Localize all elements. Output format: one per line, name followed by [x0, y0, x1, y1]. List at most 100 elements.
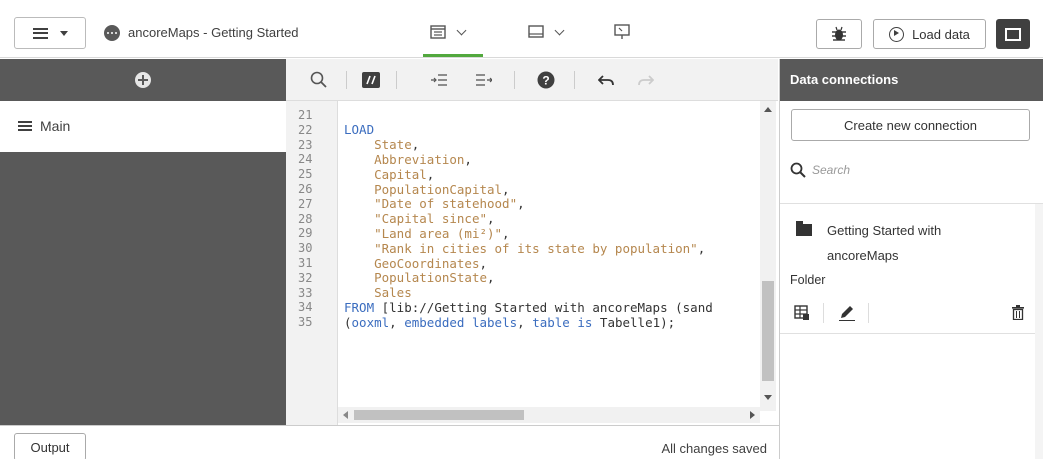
line-number: 31 [298, 256, 313, 270]
debug-button[interactable] [816, 19, 862, 49]
select-data-icon[interactable] [794, 305, 810, 321]
connection-type: Folder [790, 273, 826, 287]
data-connections-panel: Data connections Create new connection S… [779, 59, 1043, 459]
search-button[interactable] [304, 59, 334, 101]
plus-circle-icon [135, 72, 151, 88]
section-menu-icon [18, 121, 32, 131]
line-number: 32 [298, 270, 313, 285]
toolbar-divider [574, 71, 575, 89]
connection-actions [790, 303, 1034, 325]
create-connection-button[interactable]: Create new connection [791, 109, 1030, 141]
code-field: "Land area (mi²)" [374, 225, 503, 241]
sheet-icon [528, 25, 544, 38]
connection-item[interactable]: Getting Started with ancoreMaps Folder [780, 204, 1043, 334]
hamburger-menu-icon [32, 27, 48, 39]
indent-button[interactable] [424, 59, 454, 101]
caret-down-icon [59, 30, 68, 36]
indent-icon [431, 74, 447, 86]
code-line[interactable]: PopulationCapital, [344, 182, 509, 197]
code-text: , [487, 211, 495, 227]
connection-search[interactable]: Search [790, 155, 1030, 185]
panel-scrollbar[interactable] [1035, 204, 1043, 459]
help-icon: ? [537, 71, 555, 89]
nav-menu-button[interactable] [14, 17, 86, 49]
outdent-button[interactable] [469, 59, 499, 101]
code-text: , [479, 255, 487, 271]
code-line[interactable]: "Capital since", [344, 211, 495, 227]
code-field: Abbreviation [374, 151, 465, 167]
code-text: , [502, 225, 510, 241]
toolbar-divider [396, 71, 397, 89]
vertical-scrollbar[interactable] [760, 101, 776, 411]
line-number: 34 [298, 300, 313, 315]
outdent-icon [476, 74, 492, 86]
code-line[interactable]: "Rank in cities of its state by populati… [344, 241, 705, 256]
data-manager-mode-button[interactable] [430, 20, 467, 44]
scroll-down-arrow-icon[interactable] [764, 395, 772, 400]
code-field: Sales [374, 285, 412, 301]
horizontal-scrollbar[interactable] [338, 407, 760, 423]
horizontal-scroll-thumb[interactable] [354, 410, 524, 420]
help-button[interactable]: ? [531, 59, 561, 101]
code-line[interactable]: State, [344, 137, 419, 152]
delete-icon[interactable] [1012, 305, 1024, 320]
vertical-scroll-thumb[interactable] [762, 281, 774, 381]
save-status: All changes saved [661, 441, 767, 456]
action-divider [868, 303, 869, 323]
output-button[interactable]: Output [14, 433, 86, 459]
search-input[interactable]: Search [812, 163, 850, 177]
code-keyword: table is [532, 314, 593, 330]
code-text: , [389, 314, 405, 330]
code-text: , [411, 137, 420, 153]
code-line[interactable]: PopulationState, [344, 270, 494, 285]
code-line[interactable]: Sales [344, 285, 412, 300]
svg-text:?: ? [542, 74, 549, 88]
code-text: , [517, 196, 525, 212]
bug-icon [832, 26, 846, 41]
code-field: GeoCoordinates [374, 255, 480, 271]
play-icon [889, 26, 905, 42]
search-icon [790, 162, 806, 178]
top-bar: ancoreMaps - Getting Started Load data [0, 0, 1043, 58]
code-line[interactable]: GeoCoordinates, [344, 256, 487, 271]
scroll-left-arrow-icon[interactable] [343, 411, 348, 419]
redo-button[interactable] [631, 59, 661, 101]
code-line[interactable]: Abbreviation, [344, 152, 472, 167]
line-number: 24 [298, 152, 313, 167]
search-icon [310, 71, 327, 88]
code-line[interactable]: "Land area (mi²)", [344, 225, 510, 241]
edit-icon[interactable] [839, 305, 855, 321]
line-number: 23 [298, 137, 313, 152]
folder-icon [796, 221, 812, 236]
script-editor[interactable]: 21 22 23 24 25 26 27 28 29 30 31 32 33 34 35 LOAD Stat… [286, 101, 778, 425]
story-mode-button[interactable] [614, 20, 630, 44]
code-keyword: FROM [344, 299, 375, 315]
sections-panel-body [0, 152, 286, 425]
undo-button[interactable] [591, 59, 621, 101]
scroll-right-arrow-icon[interactable] [750, 411, 755, 419]
analyze-mode-button[interactable] [528, 20, 565, 44]
section-item-label: Main [40, 118, 71, 134]
code-line[interactable]: LOAD [344, 122, 374, 137]
scroll-up-arrow-icon[interactable] [764, 107, 772, 112]
add-section-button[interactable] [0, 59, 286, 101]
code-text: , [426, 166, 435, 182]
app-title: ancoreMaps - Getting Started [128, 25, 299, 40]
load-data-button[interactable]: Load data [873, 19, 986, 49]
code-line[interactable]: FROM [lib://Getting Started with ancoreM… [344, 300, 713, 315]
line-number: 30 [298, 241, 313, 256]
line-number: 35 [298, 315, 313, 330]
section-item-main[interactable]: Main [0, 101, 286, 152]
code-keyword: embedded labels [404, 314, 518, 330]
code-line[interactable]: (ooxml, embedded labels, table is Tabell… [344, 315, 675, 330]
line-number: 22 [298, 122, 313, 137]
line-number: 29 [298, 226, 313, 241]
comment-button[interactable] [356, 59, 386, 101]
code-line[interactable]: "Date of statehood", [344, 196, 525, 211]
panel-toggle-button[interactable] [996, 19, 1030, 49]
code-line[interactable]: Capital, [344, 167, 434, 182]
